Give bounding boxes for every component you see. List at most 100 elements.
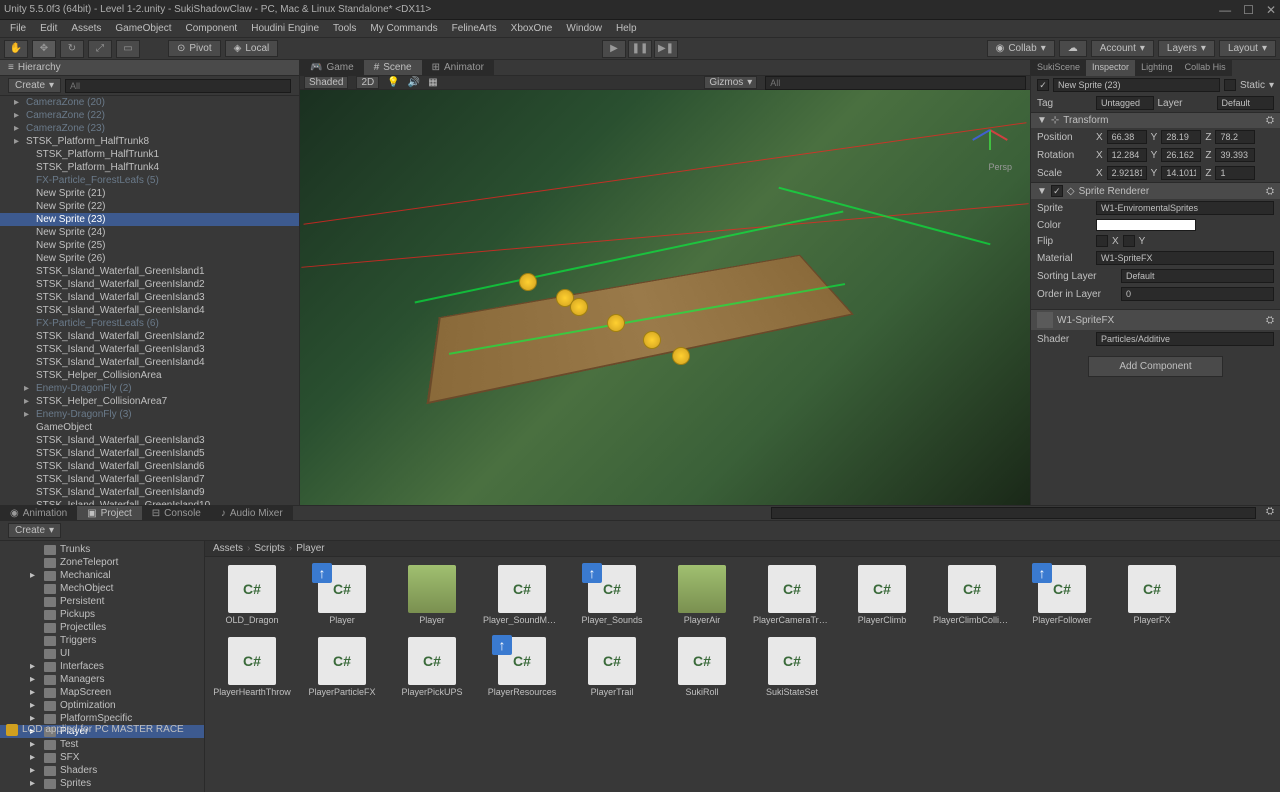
asset-item[interactable]: C#PlayerCameraTra... xyxy=(753,565,831,625)
folder-item[interactable]: Projectiles xyxy=(0,621,204,634)
rot-z[interactable] xyxy=(1215,148,1255,162)
inspector-tab-collab his[interactable]: Collab His xyxy=(1179,60,1232,76)
hierarchy-item[interactable]: ▸STSK_Platform_HalfTrunk8 xyxy=(0,135,299,148)
shader-header[interactable]: W1-SpriteFX ⛭ xyxy=(1031,309,1280,330)
asset-item[interactable]: C#SukiRoll xyxy=(663,637,741,697)
scene-tab[interactable]: #Scene xyxy=(364,60,422,75)
collab-dropdown[interactable]: ◉Collab▾ xyxy=(987,40,1055,57)
hierarchy-item[interactable]: STSK_Island_Waterfall_GreenIsland3 xyxy=(0,291,299,304)
scale-y[interactable] xyxy=(1161,166,1201,180)
shaded-dropdown[interactable]: Shaded xyxy=(304,76,348,89)
warning-icon[interactable] xyxy=(6,724,18,736)
project-search[interactable] xyxy=(771,507,1256,519)
folder-item[interactable]: ▸Interfaces xyxy=(0,660,204,673)
menu-gameobject[interactable]: GameObject xyxy=(109,21,177,36)
hand-tool-icon[interactable]: ✋ xyxy=(4,40,28,58)
hierarchy-item[interactable]: New Sprite (22) xyxy=(0,200,299,213)
project-create-dropdown[interactable]: Create ▾ xyxy=(8,523,61,538)
hierarchy-item[interactable]: New Sprite (23) xyxy=(0,213,299,226)
pause-icon[interactable]: ❚❚ xyxy=(628,40,652,58)
hierarchy-item[interactable]: STSK_Island_Waterfall_GreenIsland3 xyxy=(0,343,299,356)
folder-item[interactable]: ▸Shaders xyxy=(0,764,204,777)
folder-item[interactable]: ▸Sprites xyxy=(0,777,204,790)
scale-z[interactable] xyxy=(1215,166,1255,180)
hierarchy-item[interactable]: STSK_Island_Waterfall_GreenIsland5 xyxy=(0,447,299,460)
asset-item[interactable]: C#↑PlayerResources xyxy=(483,637,561,697)
static-checkbox[interactable] xyxy=(1224,79,1236,91)
scale-tool-icon[interactable]: ⤢ xyxy=(88,40,112,58)
menu-tools[interactable]: Tools xyxy=(327,21,362,36)
asset-item[interactable]: C#Player_SoundMat... xyxy=(483,565,561,625)
folder-item[interactable]: MechObject xyxy=(0,582,204,595)
material-field[interactable]: W1-SpriteFX xyxy=(1096,251,1274,265)
folder-item[interactable]: ▸Optimization xyxy=(0,699,204,712)
hierarchy-item[interactable]: STSK_Island_Waterfall_GreenIsland3 xyxy=(0,434,299,447)
folder-item[interactable]: Pickups xyxy=(0,608,204,621)
layer-dropdown[interactable]: Default xyxy=(1217,96,1275,110)
flip-y[interactable] xyxy=(1123,235,1135,247)
asset-item[interactable]: C#PlayerTrail xyxy=(573,637,651,697)
hierarchy-item[interactable]: ▸CameraZone (22) xyxy=(0,109,299,122)
animator-tab[interactable]: ⊞Animator xyxy=(422,60,494,75)
hierarchy-item[interactable]: STSK_Island_Waterfall_GreenIsland2 xyxy=(0,278,299,291)
inspector-tab-inspector[interactable]: Inspector xyxy=(1086,60,1135,76)
fx-icon[interactable]: ▦ xyxy=(428,77,437,88)
persp-label[interactable]: Persp xyxy=(988,162,1012,172)
active-checkbox[interactable] xyxy=(1037,79,1049,91)
pivot-toggle[interactable]: ⊙Pivot xyxy=(168,40,221,57)
hierarchy-search[interactable] xyxy=(65,79,291,93)
step-icon[interactable]: ▶❚ xyxy=(654,40,678,58)
rot-y[interactable] xyxy=(1161,148,1201,162)
minimize-icon[interactable]: — xyxy=(1219,3,1231,17)
layout-dropdown[interactable]: Layout▾ xyxy=(1219,40,1276,57)
scale-x[interactable] xyxy=(1107,166,1147,180)
menu-assets[interactable]: Assets xyxy=(65,21,107,36)
hierarchy-item[interactable]: New Sprite (25) xyxy=(0,239,299,252)
hierarchy-list[interactable]: ▸CameraZone (20)▸CameraZone (22)▸CameraZ… xyxy=(0,96,299,505)
asset-item[interactable]: C#PlayerClimbCollid... xyxy=(933,565,1011,625)
folder-item[interactable]: ▸Mechanical xyxy=(0,569,204,582)
folder-item[interactable]: Persistent xyxy=(0,595,204,608)
menu-xboxone[interactable]: XboxOne xyxy=(505,21,559,36)
animation-tab[interactable]: ◉Animation xyxy=(0,506,77,520)
hierarchy-item[interactable]: New Sprite (26) xyxy=(0,252,299,265)
color-field[interactable] xyxy=(1096,219,1196,231)
folder-tree[interactable]: TrunksZoneTeleport▸MechanicalMechObjectP… xyxy=(0,541,205,792)
hierarchy-item[interactable]: New Sprite (21) xyxy=(0,187,299,200)
asset-grid[interactable]: C#OLD_DragonC#↑PlayerPlayerC#Player_Soun… xyxy=(205,557,1280,792)
hierarchy-item[interactable]: ▸Enemy-DragonFly (2) xyxy=(0,382,299,395)
cloud-icon[interactable]: ☁ xyxy=(1059,40,1087,57)
asset-item[interactable]: C#PlayerFX xyxy=(1113,565,1191,625)
hierarchy-tab[interactable]: ≡Hierarchy xyxy=(0,60,299,76)
menu-my-commands[interactable]: My Commands xyxy=(364,21,443,36)
asset-item[interactable]: C#PlayerPickUPS xyxy=(393,637,471,697)
folder-item[interactable]: ▸MapScreen xyxy=(0,686,204,699)
hierarchy-item[interactable]: STSK_Island_Waterfall_GreenIsland9 xyxy=(0,486,299,499)
pos-y[interactable] xyxy=(1161,130,1201,144)
game-tab[interactable]: 🎮Game xyxy=(300,60,364,75)
order-field[interactable] xyxy=(1121,287,1274,301)
asset-item[interactable]: C#SukiStateSet xyxy=(753,637,831,697)
hierarchy-item[interactable]: New Sprite (24) xyxy=(0,226,299,239)
pos-z[interactable] xyxy=(1215,130,1255,144)
rect-tool-icon[interactable]: ▭ xyxy=(116,40,140,58)
asset-item[interactable]: C#↑Player xyxy=(303,565,381,625)
hierarchy-item[interactable]: ▸CameraZone (23) xyxy=(0,122,299,135)
sprite-field[interactable]: W1-EnviromentalSprites xyxy=(1096,201,1274,215)
asset-item[interactable]: Player xyxy=(393,565,471,625)
layers-dropdown[interactable]: Layers▾ xyxy=(1158,40,1215,57)
move-tool-icon[interactable]: ✥ xyxy=(32,40,56,58)
menu-window[interactable]: Window xyxy=(560,21,608,36)
hierarchy-item[interactable]: STSK_Island_Waterfall_GreenIsland1 xyxy=(0,265,299,278)
hierarchy-item[interactable]: STSK_Island_Waterfall_GreenIsland7 xyxy=(0,473,299,486)
hierarchy-item[interactable]: STSK_Helper_CollisionArea xyxy=(0,369,299,382)
close-icon[interactable]: ✕ xyxy=(1266,3,1276,17)
folder-item[interactable]: ▸SFX xyxy=(0,751,204,764)
scene-viewport[interactable]: Persp xyxy=(300,90,1030,505)
gizmos-dropdown[interactable]: Gizmos ▾ xyxy=(704,76,757,89)
maximize-icon[interactable]: ☐ xyxy=(1243,3,1254,17)
inspector-tab-lighting[interactable]: Lighting xyxy=(1135,60,1179,76)
local-toggle[interactable]: ◈Local xyxy=(225,40,279,57)
orientation-gizmo[interactable] xyxy=(960,100,1020,160)
asset-item[interactable]: PlayerAir xyxy=(663,565,741,625)
